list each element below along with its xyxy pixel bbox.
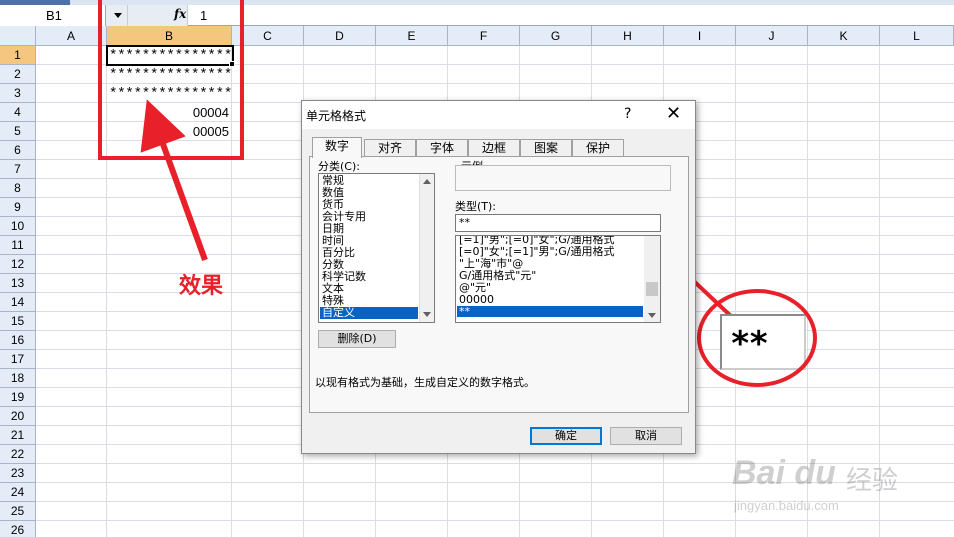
scroll-down-icon[interactable]	[423, 312, 431, 317]
row-header-2[interactable]: 2	[0, 65, 36, 84]
column-header-a[interactable]: A	[36, 26, 107, 46]
column-header-j[interactable]: J	[736, 26, 808, 46]
select-all-corner[interactable]	[0, 26, 36, 46]
type-list-scrollbar[interactable]	[644, 236, 660, 322]
format-cells-dialog: 单元格格式 ? ✕ 数字 对齐 字体 边框 图案 保护 分类(C): 常规 数值 货币 会计专用…	[301, 100, 696, 454]
category-label: 分类(C):	[318, 160, 360, 173]
row-header-13[interactable]: 13	[0, 274, 36, 293]
name-box[interactable]: B1	[0, 5, 106, 26]
column-header-f[interactable]: F	[448, 26, 520, 46]
row-header-24[interactable]: 24	[0, 483, 36, 502]
row-header-16[interactable]: 16	[0, 331, 36, 350]
row-header-7[interactable]: 7	[0, 160, 36, 179]
row-header-17[interactable]: 17	[0, 350, 36, 369]
tab-2[interactable]: 字体	[416, 139, 468, 157]
delete-button[interactable]: 删除(D)	[318, 330, 396, 348]
row-header-11[interactable]: 11	[0, 236, 36, 255]
row-header-5[interactable]: 5	[0, 122, 36, 141]
column-header-d[interactable]: D	[304, 26, 376, 46]
tab-3[interactable]: 边框	[468, 139, 520, 157]
type-label: 类型(T):	[455, 200, 497, 213]
type-list-item[interactable]: [=1]"男";[=0]"女";G/通用格式	[457, 236, 643, 245]
row-header-22[interactable]: 22	[0, 445, 36, 464]
column-header-l[interactable]: L	[880, 26, 954, 46]
row-header-15[interactable]: 15	[0, 312, 36, 331]
column-header-i[interactable]: I	[664, 26, 736, 46]
ok-button[interactable]: 确定	[530, 427, 602, 445]
row-header-18[interactable]: 18	[0, 369, 36, 388]
close-icon[interactable]: ✕	[666, 103, 681, 124]
type-list-item[interactable]: "上"海"市"@	[457, 258, 643, 269]
column-header-h[interactable]: H	[592, 26, 664, 46]
column-header-k[interactable]: K	[808, 26, 880, 46]
scroll-thumb[interactable]	[646, 282, 658, 296]
tab-1[interactable]: 对齐	[364, 139, 416, 157]
row-header-10[interactable]: 10	[0, 217, 36, 236]
watermark-brand: Bai du	[732, 454, 836, 492]
row-header-20[interactable]: 20	[0, 407, 36, 426]
category-list[interactable]: 常规 数值 货币 会计专用 日期 时间 百分比 分数 科学记数 文本 特殊 自定义	[318, 173, 435, 323]
zoom-highlight-circle	[697, 289, 817, 387]
help-button[interactable]: ?	[624, 106, 631, 122]
watermark-brand-cn: 经验	[846, 466, 899, 496]
name-box-value: B1	[46, 8, 62, 23]
tab-5[interactable]: 保护	[572, 139, 624, 157]
row-header-4[interactable]: 4	[0, 103, 36, 122]
type-list-item[interactable]: G/通用格式"元"	[457, 270, 643, 281]
number-tab-panel: 分类(C): 常规数值货币会计专用日期时间百分比分数科学记数文本特殊自定义 示例…	[309, 156, 689, 413]
type-list-item[interactable]: @"元"	[457, 282, 643, 293]
type-list-item[interactable]: **	[457, 306, 643, 317]
tab-4[interactable]: 图案	[520, 139, 572, 157]
type-list-item[interactable]: 00000	[457, 294, 643, 305]
row-header-19[interactable]: 19	[0, 388, 36, 407]
row-header-26[interactable]: 26	[0, 521, 36, 537]
category-scrollbar[interactable]	[419, 174, 434, 322]
result-highlight-box	[98, 0, 244, 160]
row-header-14[interactable]: 14	[0, 293, 36, 312]
row-header-8[interactable]: 8	[0, 179, 36, 198]
baidu-watermark: Bai du 经验 jingyan.baidu.com	[728, 452, 928, 522]
row-header-25[interactable]: 25	[0, 502, 36, 521]
cancel-button[interactable]: 取消	[610, 427, 682, 445]
tab-0[interactable]: 数字	[312, 137, 362, 158]
watermark-url: jingyan.baidu.com	[734, 498, 839, 513]
column-header-g[interactable]: G	[520, 26, 592, 46]
row-header-1[interactable]: 1	[0, 46, 36, 65]
row-header-21[interactable]: 21	[0, 426, 36, 445]
row-header-9[interactable]: 9	[0, 198, 36, 217]
scroll-down-icon[interactable]	[648, 313, 656, 318]
sample-preview	[455, 165, 671, 191]
effect-label: 效果	[179, 274, 224, 299]
row-header-6[interactable]: 6	[0, 141, 36, 160]
type-list[interactable]: [=1]"男";[=0]"女";G/通用格式 [=0]"女";[=1]"男";G/…	[455, 235, 661, 323]
column-header-e[interactable]: E	[376, 26, 448, 46]
dialog-titlebar: 单元格格式 ? ✕	[302, 101, 695, 129]
format-description: 以现有格式为基础，生成自定义的数字格式。	[315, 376, 535, 389]
scroll-up-icon[interactable]	[423, 179, 431, 184]
row-header-12[interactable]: 12	[0, 255, 36, 274]
row-header-3[interactable]: 3	[0, 84, 36, 103]
type-list-item[interactable]: [=0]"女";[=1]"男";G/通用格式	[457, 246, 643, 257]
row-header-23[interactable]: 23	[0, 464, 36, 483]
dialog-title: 单元格格式	[306, 109, 367, 123]
category-item[interactable]: 自定义	[320, 307, 418, 319]
type-input[interactable]: **	[455, 214, 661, 232]
